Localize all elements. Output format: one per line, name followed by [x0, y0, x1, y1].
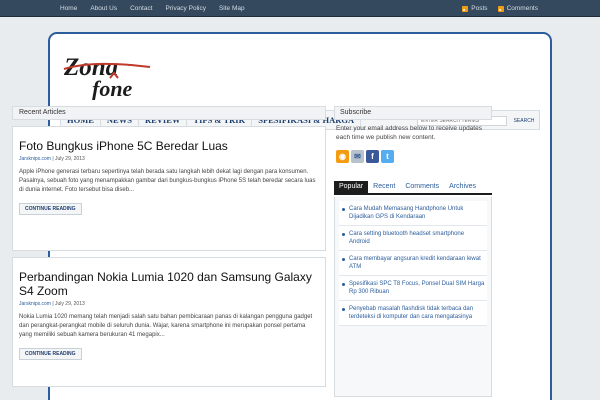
article-date: July 29, 2013 [55, 156, 85, 162]
tab-popular[interactable]: Popular [334, 181, 369, 193]
article-author[interactable]: Jarsknips.com [19, 301, 51, 307]
top-nav: Home About Us Contact Privacy Policy Sit… [60, 0, 258, 17]
subscribe-text: Enter your email address below to receiv… [336, 125, 482, 141]
search-button[interactable]: SEARCH [511, 116, 537, 126]
article-author[interactable]: Jarsknips.com [19, 156, 51, 162]
list-item[interactable]: Penyebab masalah flashdisk tidak terbaca… [339, 301, 487, 326]
tab-recent[interactable]: Recent [368, 181, 400, 193]
article-title[interactable]: Perbandingan Nokia Lumia 1020 dan Samsun… [19, 270, 312, 298]
posts-feed-link[interactable]: Posts [462, 5, 488, 12]
top-bar: Home About Us Contact Privacy Policy Sit… [0, 0, 600, 17]
comments-feed-link[interactable]: Comments [497, 5, 538, 12]
list-item[interactable]: Spesifikasi SPC T8 Focus, Ponsel Dual SI… [339, 276, 487, 301]
article-card: Perbandingan Nokia Lumia 1020 dan Samsun… [12, 257, 326, 387]
top-nav-about[interactable]: About Us [90, 5, 117, 12]
continue-reading-button[interactable]: CONTINUE READING [19, 203, 82, 215]
subscribe-heading: Subscribe [334, 106, 492, 120]
facebook-icon[interactable]: f [366, 150, 379, 163]
top-nav-privacy[interactable]: Privacy Policy [166, 5, 206, 12]
article-meta: Jarsknips.com | July 29, 2013 [19, 301, 85, 307]
sidebar-tabs: Popular Recent Comments Archives [334, 181, 492, 195]
top-nav-contact[interactable]: Contact [130, 5, 152, 12]
rss-icon [497, 5, 504, 12]
article-title[interactable]: Foto Bungkus iPhone 5C Beredar Luas [19, 139, 228, 153]
article-date: July 29, 2013 [55, 301, 85, 307]
feed-links: Posts Comments [452, 0, 538, 17]
list-item[interactable]: Cara setting bluetooth headset smartphon… [339, 226, 487, 251]
popular-list: Cara Mudah Memasang Handphone Untuk Dija… [334, 197, 492, 397]
tab-archives[interactable]: Archives [444, 181, 481, 193]
logo-text-2: fone [92, 76, 133, 100]
email-subscribe-icon[interactable]: ✉ [351, 150, 364, 163]
list-item[interactable]: Cara membayar angsuran kredit kendaraan … [339, 251, 487, 276]
rss-feed-icon[interactable]: ◉ [336, 150, 349, 163]
continue-reading-button[interactable]: CONTINUE READING [19, 348, 82, 360]
top-nav-home[interactable]: Home [60, 5, 77, 12]
article-card: Foto Bungkus iPhone 5C Beredar Luas Jars… [12, 126, 326, 251]
list-item[interactable]: Cara Mudah Memasang Handphone Untuk Dija… [339, 201, 487, 226]
article-excerpt: Apple iPhone generasi terbaru sepertinya… [19, 169, 316, 193]
rss-icon [462, 5, 469, 12]
social-icons: ◉ ✉ f t [336, 150, 396, 163]
recent-articles-heading: Recent Articles [12, 106, 326, 120]
twitter-icon[interactable]: t [381, 150, 394, 163]
site-logo[interactable]: Zona fone [62, 54, 174, 100]
article-meta: Jarsknips.com | July 29, 2013 [19, 156, 85, 162]
tab-comments[interactable]: Comments [400, 181, 444, 193]
top-nav-sitemap[interactable]: Site Map [219, 5, 245, 12]
posts-feed-label: Posts [471, 5, 488, 12]
article-excerpt: Nokia Lumia 1020 memang telah menjadi sa… [19, 314, 313, 338]
comments-feed-label: Comments [506, 5, 538, 12]
